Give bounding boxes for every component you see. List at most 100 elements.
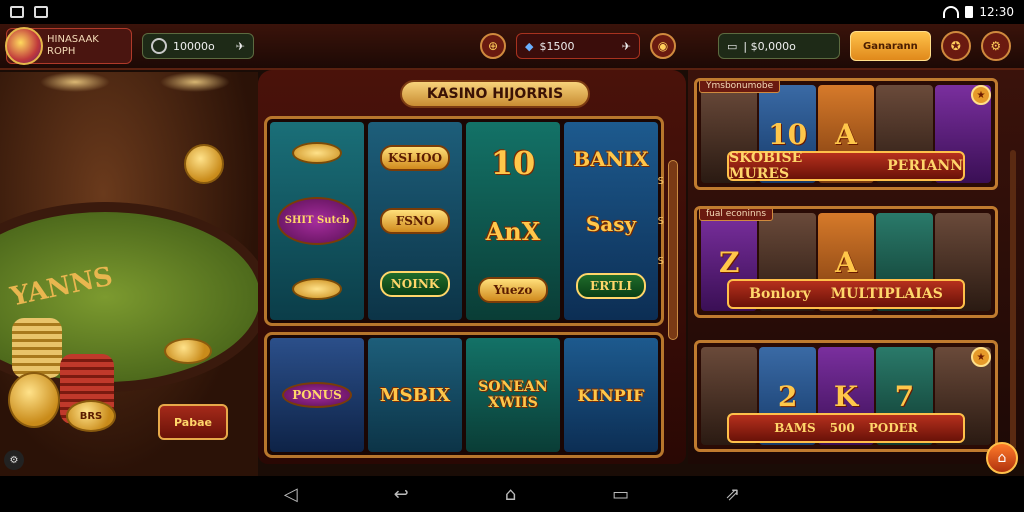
chip-label-coin: BRS [66, 400, 116, 432]
gear-icon: ⚙ [990, 39, 1002, 53]
slot-side-rail[interactable] [668, 160, 678, 340]
gem-balance[interactable]: ▭ | $0,000o [718, 33, 840, 59]
gem-balance-value: | $0,000o [743, 39, 796, 53]
banner-text: BAMS [774, 421, 816, 435]
gift-button[interactable]: ⊕ [480, 33, 506, 59]
profile-sub: ROPH [47, 46, 76, 57]
back-icon[interactable]: ◁ [284, 484, 298, 505]
ceiling-lamp [160, 72, 230, 92]
slot-title: KASINO HIJORRIS [400, 80, 590, 108]
profile-name: HINASAAK [47, 34, 99, 45]
reel-8: KINPIF [564, 338, 658, 452]
undo-icon[interactable]: ↩ [394, 484, 409, 505]
treasure-table-symbol [292, 142, 342, 165]
game-label: Ymsbonumobe [699, 81, 781, 93]
symbol: BANIX [573, 146, 649, 171]
coin-balance[interactable]: 10000o ✈ [142, 33, 254, 59]
gold-coin [184, 144, 224, 184]
bag-icon: ◉ [657, 39, 669, 53]
promo-button-label: Ganarann [863, 40, 918, 52]
home-icon: ⌂ [997, 450, 1007, 466]
promo-button[interactable]: Ganarann [850, 31, 931, 61]
gem-icon: ▭ [727, 39, 738, 53]
side-mark: S [657, 216, 664, 227]
cash-balance-value: $1500 [539, 39, 575, 53]
symbol: NOINK [380, 271, 450, 298]
table-sign-text: Pabae [174, 415, 212, 429]
banner-text: PERIANN [887, 158, 963, 174]
screenshot-icon [10, 6, 24, 18]
symbol: SONEAN XWIIS [478, 379, 548, 411]
reels-bottom[interactable]: PONUS MSBIX SONEAN XWIIS KINPIF [264, 332, 664, 458]
coin-icon [151, 38, 167, 54]
banner-text: SKOBISE MURES [729, 150, 803, 182]
reels-top[interactable]: SHIT Sutcb KSLIOO FSNO NOINK 10 AnX Yuez… [264, 116, 664, 326]
game-card-3[interactable]: ★ 2 K 7 BAMS 500 PODER [694, 340, 998, 452]
slot-machine: KASINO HIJORRIS SHIT Sutcb KSLIOO FSNO N… [258, 70, 686, 464]
settings-small-icon[interactable]: ⚙ [4, 450, 24, 470]
banner-text: Bonlory [749, 286, 811, 302]
chip-label: BRS [79, 410, 103, 422]
symbol: KINPIF [577, 385, 645, 405]
coin-symbol [292, 277, 342, 300]
side-mark: S [657, 256, 664, 267]
symbol: 10 [490, 143, 536, 182]
banner-text: 500 [829, 421, 855, 435]
casino-table-scene: YANNS BRS Pabae ⚙ [0, 72, 258, 476]
app-root: 12:30 HINASAAK ROPH 10000o ✈ ⊕ ◆ $1500 ✈… [0, 0, 1024, 512]
banner-text: PODER [868, 421, 918, 435]
symbol: FSNO [380, 207, 450, 234]
reel-6: MSBIX [368, 338, 462, 452]
game-list: Ymsbonumobe ★ 10 A SKOBISE MURES PERIANN… [688, 70, 1024, 464]
side-marks: S S S [658, 162, 664, 282]
recents-icon[interactable]: ▭ [612, 484, 629, 505]
side-mark: S [657, 176, 664, 187]
status-right: 12:30 [943, 5, 1014, 19]
reel-3: 10 AnX Yuezo [466, 122, 560, 320]
system-nav-bar: ◁ ↩ ⌂ ▭ ⇗ [0, 476, 1024, 512]
shop-button[interactable]: ◉ [650, 33, 676, 59]
status-bar: 12:30 [0, 0, 1024, 24]
symbol: Sasy [585, 211, 637, 236]
banner-text: MULTIPLAIAS [830, 286, 943, 302]
plane-icon: ✈ [235, 39, 245, 53]
wifi-icon [943, 6, 960, 18]
cash-balance[interactable]: ◆ $1500 ✈ [516, 33, 640, 59]
reel-5: PONUS [270, 338, 364, 452]
table-sign: Pabae [158, 404, 228, 440]
game-label: fual econinns [699, 209, 774, 221]
send-icon: ✈ [621, 39, 631, 53]
game-card-2[interactable]: fual econinns Z A Bonlory MULTIPLAIAS [694, 206, 998, 318]
game-banner: SKOBISE MURES PERIANN [727, 150, 965, 182]
symbol: AnX [485, 216, 541, 246]
rewards-button[interactable]: ✪ [940, 31, 971, 61]
symbol: KSLIOO [379, 144, 451, 171]
home-nav-icon[interactable]: ⌂ [505, 484, 516, 505]
symbol: SHIT Sutcb [276, 196, 358, 245]
profile-text: HINASAAK ROPH [47, 34, 99, 58]
profile-panel[interactable]: HINASAAK ROPH [5, 27, 132, 65]
reel-4: BANIX Sasy ERTLI [564, 122, 658, 320]
symbol: ERTLI [576, 273, 646, 300]
gift-icon: ⊕ [487, 39, 499, 53]
battery-icon [965, 6, 974, 18]
gold-coin [164, 338, 212, 364]
favorite-button[interactable]: ★ [971, 85, 991, 105]
scrollbar[interactable] [1010, 150, 1016, 450]
avatar[interactable] [5, 27, 43, 65]
gold-coin [8, 372, 60, 428]
reel-2: KSLIOO FSNO NOINK [368, 122, 462, 320]
symbol: Yuezo [478, 276, 548, 303]
clock: 12:30 [979, 5, 1014, 19]
share-icon[interactable]: ⇗ [725, 484, 740, 505]
game-card-1[interactable]: Ymsbonumobe ★ 10 A SKOBISE MURES PERIANN [694, 78, 998, 190]
ceiling-lamp [40, 72, 110, 92]
image-icon [34, 6, 48, 18]
favorite-button[interactable]: ★ [971, 347, 991, 367]
settings-button[interactable]: ⚙ [980, 31, 1011, 61]
top-header: HINASAAK ROPH 10000o ✈ ⊕ ◆ $1500 ✈ ◉ ▭ |… [0, 24, 1024, 70]
home-button[interactable]: ⌂ [986, 442, 1018, 474]
table-felt-text: YANNS [8, 261, 116, 313]
chip-stack [12, 318, 62, 378]
reel-7: SONEAN XWIIS [466, 338, 560, 452]
